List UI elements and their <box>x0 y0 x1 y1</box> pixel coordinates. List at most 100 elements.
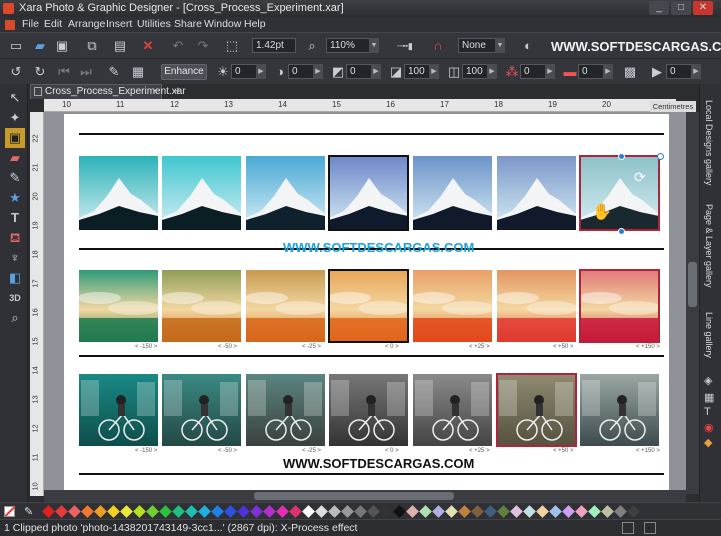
color-swatch[interactable] <box>328 505 341 518</box>
color-a-field[interactable]: 0 <box>520 64 546 79</box>
maximize-button[interactable]: □ <box>671 1 691 15</box>
eyedropper-icon[interactable]: ✎ <box>104 62 124 82</box>
color-swatch[interactable] <box>94 505 107 518</box>
photo-thumbnail[interactable] <box>79 270 158 342</box>
local-designs-gallery-tab[interactable]: Local Designs gallery <box>704 100 714 186</box>
color-swatch[interactable] <box>471 505 484 518</box>
color-swatch[interactable] <box>159 505 172 518</box>
color-swatch[interactable] <box>380 505 393 518</box>
new-document-icon[interactable]: ▭ <box>6 36 26 56</box>
transparency-tool-icon[interactable]: ♆ <box>5 248 25 268</box>
color-swatch[interactable] <box>458 505 471 518</box>
gallery-icon-5[interactable]: ◆ <box>704 436 712 449</box>
line-width-field[interactable]: 1.42pt <box>252 38 296 53</box>
fill-type-field[interactable]: None <box>458 38 496 53</box>
photo-thumbnail[interactable] <box>162 374 241 446</box>
vertical-scrollbar[interactable] <box>686 112 699 494</box>
color-swatch[interactable] <box>562 505 575 518</box>
menu-edit[interactable]: Edit <box>44 18 62 30</box>
selection-handle[interactable] <box>618 153 625 160</box>
gallery-icon-2[interactable]: ▦ <box>704 391 714 404</box>
status-icon-2[interactable] <box>644 522 656 534</box>
color-swatch[interactable] <box>627 505 640 518</box>
exposure-arrow-icon[interactable]: ▶ <box>429 64 439 79</box>
color-swatch[interactable] <box>510 505 523 518</box>
last-icon[interactable]: ⏭ <box>76 62 96 82</box>
status-icon-1[interactable] <box>622 522 634 534</box>
save-icon[interactable]: ▣ <box>52 36 72 56</box>
first-icon[interactable]: ⏮ <box>54 62 74 82</box>
photo-thumbnail[interactable] <box>328 269 409 343</box>
shadow-tool-icon[interactable]: ◧ <box>5 268 25 288</box>
color-swatch[interactable] <box>445 505 458 518</box>
color-swatch[interactable] <box>406 505 419 518</box>
slider-icon[interactable]: ╌╍▮ <box>390 36 420 56</box>
color-swatch[interactable] <box>367 505 380 518</box>
minimize-button[interactable]: _ <box>649 1 669 15</box>
color-swatch[interactable] <box>276 505 289 518</box>
color-swatch[interactable] <box>432 505 445 518</box>
color-swatch[interactable] <box>315 505 328 518</box>
photo-thumbnail[interactable] <box>246 156 325 230</box>
zoom-tool-icon[interactable]: ⌕ <box>302 36 322 56</box>
color-swatch[interactable] <box>172 505 185 518</box>
new-tab-icon[interactable]: + <box>174 83 182 98</box>
menu-insert[interactable]: Insert <box>106 18 132 30</box>
color-swatch[interactable] <box>120 505 133 518</box>
color-swatch[interactable] <box>523 505 536 518</box>
color-swatch[interactable] <box>549 505 562 518</box>
color-b-arrow-icon[interactable]: ▶ <box>603 64 613 79</box>
color-swatch[interactable] <box>68 505 81 518</box>
color-swatch[interactable] <box>198 505 211 518</box>
photo-thumbnail[interactable] <box>79 374 158 446</box>
magnet-snap-icon[interactable]: ∩ <box>428 36 448 56</box>
zoom-tool-left-icon[interactable]: ⌕ <box>5 308 25 328</box>
delete-icon[interactable]: ✕ <box>138 36 158 56</box>
enhance-button[interactable]: Enhance <box>161 64 207 80</box>
exposure-field[interactable]: 100 <box>404 64 430 79</box>
color-swatch[interactable] <box>341 505 354 518</box>
gallery-icon-1[interactable]: ◈ <box>704 374 712 387</box>
photo-thumbnail[interactable] <box>580 374 659 446</box>
selector-tool-icon[interactable]: ↖ <box>5 88 25 108</box>
contrast-field[interactable]: 0 <box>288 64 314 79</box>
menu-file[interactable]: File <box>22 18 39 30</box>
color-swatch[interactable] <box>393 505 406 518</box>
sharpness-field[interactable]: 100 <box>462 64 488 79</box>
photo-thumbnail[interactable] <box>162 270 241 342</box>
play-icon[interactable]: ▶ <box>647 62 667 82</box>
color-swatch[interactable] <box>185 505 198 518</box>
play-value-field[interactable]: 0 <box>666 64 692 79</box>
photo-thumbnail[interactable] <box>413 374 492 446</box>
photo-tool-icon[interactable]: ▣ <box>5 128 25 148</box>
photo-thumbnail[interactable] <box>497 270 576 342</box>
saturation-arrow-icon[interactable]: ▶ <box>371 64 381 79</box>
color-swatch[interactable] <box>419 505 432 518</box>
eraser-tool-icon[interactable]: ▰ <box>5 148 25 168</box>
photo-thumbnail[interactable] <box>329 374 408 446</box>
play-arrow-icon[interactable]: ▶ <box>691 64 701 79</box>
color-swatch[interactable] <box>497 505 510 518</box>
text-tool-icon[interactable]: T <box>5 208 25 228</box>
color-a-arrow-icon[interactable]: ▶ <box>545 64 555 79</box>
color-swatch[interactable] <box>614 505 627 518</box>
contour-tool-icon[interactable]: ✦ <box>5 108 25 128</box>
color-swatch[interactable] <box>536 505 549 518</box>
color-swatch[interactable] <box>81 505 94 518</box>
selection-handle[interactable] <box>618 228 625 235</box>
color-swatch[interactable] <box>354 505 367 518</box>
fill-dropdown-icon[interactable]: ▼ <box>495 38 505 53</box>
photo-thumbnail[interactable] <box>496 373 577 447</box>
menu-share[interactable]: Share <box>174 18 202 30</box>
copy-icon[interactable]: ⧉ <box>82 36 102 56</box>
color-swatch[interactable] <box>107 505 120 518</box>
color-b-field[interactable]: 0 <box>578 64 604 79</box>
gallery-icon-3[interactable]: T <box>704 406 711 418</box>
menu-window[interactable]: Window <box>204 18 241 30</box>
histogram-icon[interactable]: ▦ <box>128 62 148 82</box>
line-gallery-tab[interactable]: Line gallery <box>704 312 714 358</box>
color-swatch[interactable] <box>601 505 614 518</box>
color-swatch[interactable] <box>55 505 68 518</box>
photo-thumbnail[interactable] <box>79 156 158 230</box>
saturation-field[interactable]: 0 <box>346 64 372 79</box>
